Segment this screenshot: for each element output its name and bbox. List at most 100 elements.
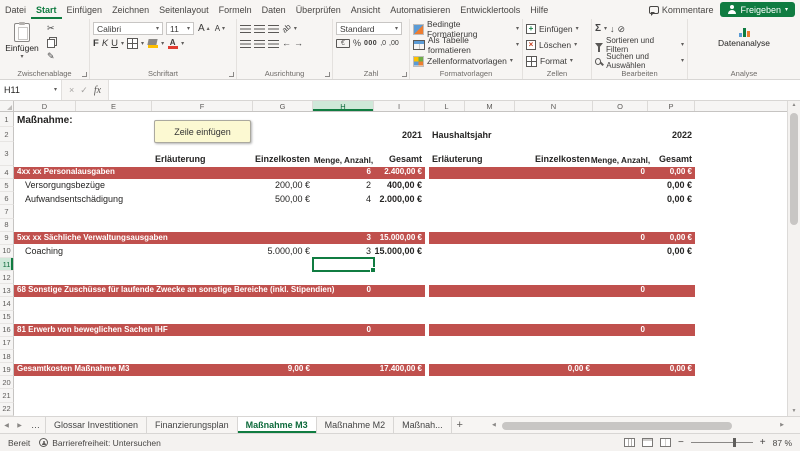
ribbon-tab-ansicht[interactable]: Ansicht xyxy=(346,0,386,19)
ribbon-tab-seitenlayout[interactable]: Seitenlayout xyxy=(154,0,214,19)
cell-P4[interactable]: 0,00 € xyxy=(648,166,695,179)
cell-P10[interactable]: 0,00 € xyxy=(648,245,695,258)
cell-P5[interactable]: 0,00 € xyxy=(648,179,695,192)
sheet-nav-left-icon[interactable]: ◀ xyxy=(0,417,13,433)
row-header-13[interactable]: 13 xyxy=(0,284,14,297)
cell-P2[interactable]: 2022 xyxy=(648,127,695,142)
fill-button[interactable]: ↓ xyxy=(610,25,615,34)
sheet-tabs-overflow-button[interactable]: … xyxy=(26,417,46,433)
column-header-N[interactable]: N xyxy=(515,101,593,111)
insert-cells-button[interactable]: + Einfügen ▾ xyxy=(526,21,588,37)
row-header-4[interactable]: 4 xyxy=(0,166,14,179)
cell-L2[interactable]: Haushaltsjahr xyxy=(429,127,515,142)
row-header-22[interactable]: 22 xyxy=(0,403,14,416)
page-layout-view-button[interactable] xyxy=(642,438,653,447)
alignment-dialog-launcher[interactable] xyxy=(325,72,330,77)
ribbon-tab-zeichnen[interactable]: Zeichnen xyxy=(107,0,154,19)
confirm-entry-icon[interactable]: ✓ xyxy=(80,85,88,96)
ribbon-tab--berpr-fen[interactable]: Überprüfen xyxy=(291,0,346,19)
align-center-button[interactable] xyxy=(254,40,265,48)
clear-button[interactable]: ⊘ xyxy=(618,25,626,34)
select-all-corner[interactable] xyxy=(0,101,14,111)
row-header-17[interactable]: 17 xyxy=(0,337,14,350)
row-header-7[interactable]: 7 xyxy=(0,205,14,218)
ribbon-tab-formeln[interactable]: Formeln xyxy=(214,0,257,19)
cell-O16[interactable]: 0 xyxy=(593,324,648,337)
ribbon-tab-start[interactable]: Start xyxy=(31,0,62,19)
share-button[interactable]: Freigeben ▾ xyxy=(720,2,795,17)
cell-O9[interactable]: 0 xyxy=(593,232,648,245)
cell-G6[interactable]: 500,00 € xyxy=(253,192,313,205)
cell-G3[interactable]: Einzelkosten xyxy=(253,142,313,166)
row-header-21[interactable]: 21 xyxy=(0,389,14,402)
cell-P6[interactable]: 0,00 € xyxy=(648,192,695,205)
ribbon-tab-hilfe[interactable]: Hilfe xyxy=(525,0,553,19)
accessibility-status[interactable]: Barrierefreiheit: Untersuchen xyxy=(39,438,161,448)
row-header-14[interactable]: 14 xyxy=(0,297,14,310)
font-dialog-launcher[interactable] xyxy=(229,72,234,77)
number-dialog-launcher[interactable] xyxy=(402,72,407,77)
font-name-select[interactable]: Calibri ▾ xyxy=(93,22,163,35)
column-header-L[interactable]: L xyxy=(429,101,465,111)
row-header-2[interactable]: 2 xyxy=(0,127,14,142)
increase-font-button[interactable]: A▴ xyxy=(197,23,211,34)
cell-H4[interactable]: 6 xyxy=(313,166,374,179)
scroll-down-icon[interactable]: ▼ xyxy=(792,409,797,414)
font-color-button[interactable]: A xyxy=(167,39,178,49)
page-break-view-button[interactable] xyxy=(660,438,671,447)
ribbon-tab-einf-gen[interactable]: Einfügen xyxy=(62,0,108,19)
number-format-select[interactable]: Standard ▾ xyxy=(336,22,402,35)
row-header-20[interactable]: 20 xyxy=(0,376,14,389)
percent-format-button[interactable]: % xyxy=(353,39,361,48)
cell-I3[interactable]: Gesamt xyxy=(374,142,425,166)
column-header-D[interactable]: D xyxy=(14,101,76,111)
sort-filter-button[interactable]: Sortieren und Filtern ▾ xyxy=(595,37,684,53)
find-select-button[interactable]: Suchen und Auswählen ▾ xyxy=(595,53,684,69)
cell-H16[interactable]: 0 xyxy=(313,324,374,337)
bold-button[interactable]: F xyxy=(93,38,99,49)
format-painter-button[interactable]: ✎ xyxy=(47,52,55,61)
delete-cells-button[interactable]: × Löschen ▾ xyxy=(526,37,588,53)
row-header-11[interactable]: 11 xyxy=(0,258,14,271)
autosum-button[interactable]: Σ xyxy=(595,24,601,34)
comma-format-button[interactable]: 000 xyxy=(364,40,377,47)
column-header-E[interactable]: E xyxy=(76,101,152,111)
align-left-button[interactable] xyxy=(240,40,251,48)
cell-G19[interactable]: 9,00 € xyxy=(253,363,313,376)
cut-button[interactable]: ✂ xyxy=(47,24,55,33)
decrease-font-button[interactable]: A▾ xyxy=(214,24,226,33)
cell-O3[interactable]: Menge, Anzahl, xyxy=(593,142,648,166)
fill-color-button[interactable] xyxy=(147,39,158,48)
cell-I9[interactable]: 15.000,00 € xyxy=(374,232,425,245)
scroll-up-icon[interactable]: ▲ xyxy=(792,103,797,108)
zoom-in-button[interactable]: + xyxy=(760,438,766,448)
italic-button[interactable]: K xyxy=(102,38,108,49)
vertical-scrollbar[interactable]: ▲ ▼ xyxy=(787,101,800,416)
format-as-table-button[interactable]: Als Tabelle formatieren ▾ xyxy=(413,37,519,53)
align-top-button[interactable] xyxy=(240,25,251,33)
row-header-10[interactable]: 10 xyxy=(0,245,14,258)
cell-styles-button[interactable]: Zellenformatvorlagen ▾ xyxy=(413,53,519,69)
cell-D19[interactable]: Gesamtkosten Maßnahme M3 xyxy=(14,363,253,376)
ribbon-tab-daten[interactable]: Daten xyxy=(257,0,291,19)
copy-button[interactable] xyxy=(47,39,55,48)
align-middle-button[interactable] xyxy=(254,25,265,33)
column-header-O[interactable]: O xyxy=(593,101,648,111)
cell-N19[interactable]: 0,00 € xyxy=(515,363,593,376)
row-header-9[interactable]: 9 xyxy=(0,232,14,245)
column-header-I[interactable]: I xyxy=(374,101,425,111)
decrease-indent-button[interactable]: ← xyxy=(282,39,291,48)
scroll-left-icon[interactable]: ◀ xyxy=(492,422,496,428)
align-right-button[interactable] xyxy=(268,40,279,48)
row-header-18[interactable]: 18 xyxy=(0,350,14,363)
cell-H9[interactable]: 3 xyxy=(313,232,374,245)
row-header-15[interactable]: 15 xyxy=(0,311,14,324)
decrease-decimal-button[interactable]: ,00 xyxy=(389,40,399,47)
cell-D4[interactable]: 4xx xx Personalausgaben xyxy=(14,166,313,179)
zoom-slider[interactable] xyxy=(691,442,753,443)
column-header-H[interactable]: H xyxy=(313,101,374,111)
row-header-1[interactable]: 1 xyxy=(0,112,14,127)
ribbon-tab-datei[interactable]: Datei xyxy=(0,0,31,19)
cell-D6[interactable]: Aufwandsentschädigung xyxy=(14,192,152,205)
sheet-tab-finanzierungsplan[interactable]: Finanzierungsplan xyxy=(147,417,238,433)
